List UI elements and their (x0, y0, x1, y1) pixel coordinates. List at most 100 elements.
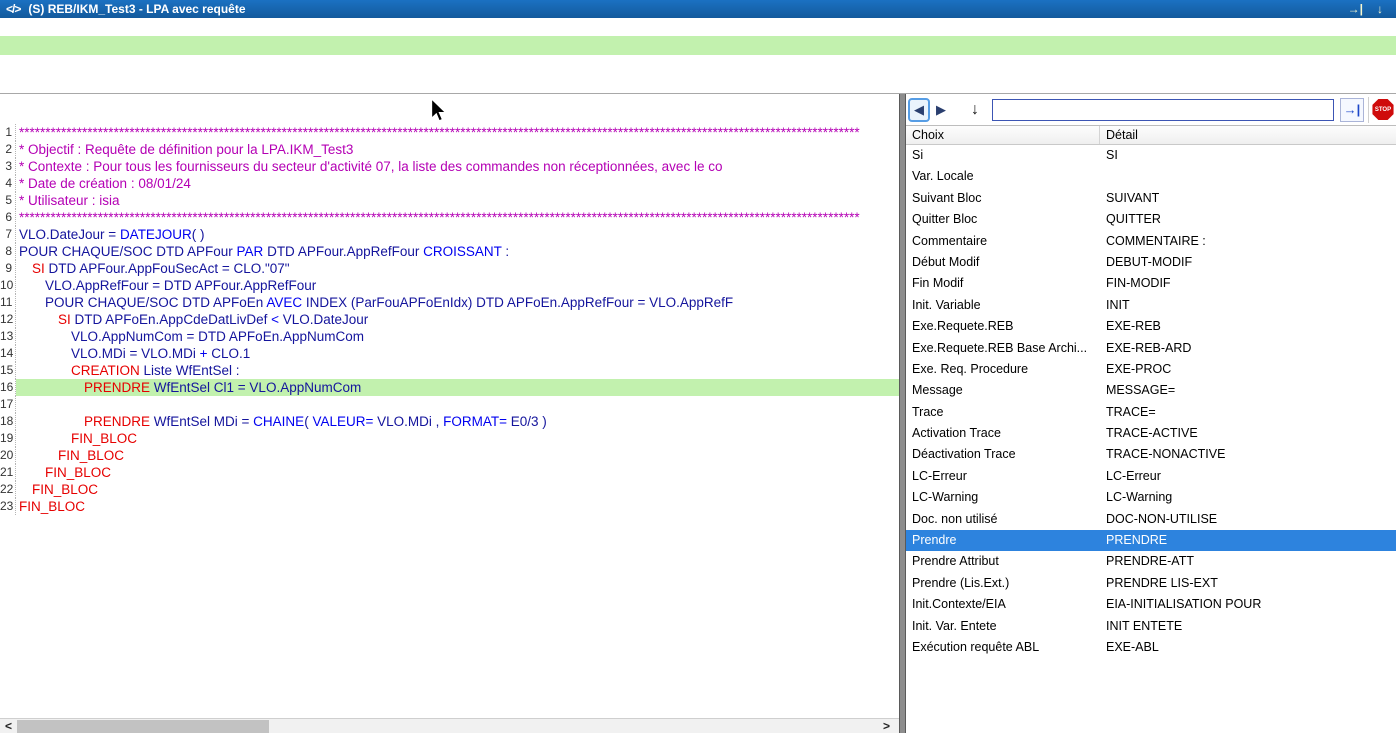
scroll-right-arrow[interactable]: > (878, 719, 895, 733)
code-token: POUR CHAQUE/SOC DTD APFour (19, 244, 237, 259)
choice-cell: Déactivation Trace (906, 444, 1100, 465)
column-header-detail[interactable]: Détail (1100, 126, 1396, 144)
search-input[interactable] (992, 99, 1334, 121)
code-line[interactable]: 9SI DTD APFour.AppFouSecAct = CLO."07" (0, 260, 899, 277)
code-token: * Date de création : 08/01/24 (19, 176, 191, 191)
code-token: * Contexte : Pour tous les fournisseurs … (19, 159, 722, 174)
code-line[interactable]: 1***************************************… (0, 124, 899, 141)
choice-row[interactable]: SiSI (906, 145, 1396, 166)
code-token: ****************************************… (19, 210, 860, 225)
line-number: 5 (0, 192, 16, 209)
code-line[interactable]: 7VLO.DateJour = DATEJOUR( ) (0, 226, 899, 243)
detail-cell: QUITTER (1100, 209, 1396, 230)
code-line[interactable]: 11POUR CHAQUE/SOC DTD APFoEn AVEC INDEX … (0, 294, 899, 311)
choice-row[interactable]: Suivant BlocSUIVANT (906, 188, 1396, 209)
choice-row[interactable]: PrendrePRENDRE (906, 530, 1396, 551)
line-number: 12 (0, 311, 16, 328)
code-line[interactable]: 2* Objectif : Requête de définition pour… (0, 141, 899, 158)
scroll-thumb[interactable] (17, 720, 269, 733)
choice-row[interactable]: Init.Contexte/EIAEIA-INITIALISATION POUR (906, 594, 1396, 615)
down-arrow-icon[interactable]: ↓ (1370, 2, 1390, 16)
code-line[interactable]: 21FIN_BLOC (0, 464, 899, 481)
choice-row[interactable]: Début ModifDEBUT-MODIF (906, 252, 1396, 273)
code-line[interactable]: 20FIN_BLOC (0, 447, 899, 464)
code-token: PRENDRE (84, 380, 150, 395)
code-line[interactable]: 23FIN_BLOC (0, 498, 899, 515)
choice-cell: Quitter Bloc (906, 209, 1100, 230)
choice-row[interactable]: Var. Locale (906, 166, 1396, 187)
stop-button[interactable]: STOP (1368, 97, 1394, 123)
choice-row[interactable]: Activation TraceTRACE-ACTIVE (906, 423, 1396, 444)
chevron-left-icon: ◀ (914, 102, 924, 118)
code-line[interactable]: 16PRENDRE WfEntSel Cl1 = VLO.AppNumCom (0, 379, 899, 396)
next-button[interactable]: ▶ (930, 98, 952, 122)
code-line[interactable]: 5* Utilisateur : isia (0, 192, 899, 209)
code-line[interactable]: 19FIN_BLOC (0, 430, 899, 447)
code-line[interactable]: 4* Date de création : 08/01/24 (0, 175, 899, 192)
choice-table-header: Choix Détail (906, 126, 1396, 145)
code-line[interactable]: 14VLO.MDi = VLO.MDi + CLO.1 (0, 345, 899, 362)
h-scrollbar[interactable]: < > (0, 718, 899, 733)
choice-row[interactable]: Fin ModifFIN-MODIF (906, 273, 1396, 294)
code-text: SI DTD APFoEn.AppCdeDatLivDef < VLO.Date… (16, 311, 899, 328)
current-statement-line[interactable]: PRENDRE WfEntSel Cl1 = VLO.AppNumCom (0, 18, 1396, 36)
choice-row[interactable]: Prendre (Lis.Ext.)PRENDRE LIS-EXT (906, 573, 1396, 594)
choice-row[interactable]: Quitter BlocQUITTER (906, 209, 1396, 230)
choice-row[interactable]: Exe.Requete.REB Base Archi...EXE-REB-ARD (906, 338, 1396, 359)
code-line[interactable]: 18PRENDRE WfEntSel MDi = CHAINE( VALEUR=… (0, 413, 899, 430)
line-number: 4 (0, 175, 16, 192)
pane-splitter[interactable] (899, 94, 906, 733)
choice-row[interactable]: Prendre AttributPRENDRE-ATT (906, 551, 1396, 572)
code-editor[interactable]: 1 ***************************************… (0, 94, 899, 718)
choice-row[interactable]: Exe.Requete.REBEXE-REB (906, 316, 1396, 337)
prev-button[interactable]: ◀ (908, 98, 930, 122)
code-text: PRENDRE WfEntSel Cl1 = VLO.AppNumCom (16, 379, 899, 396)
scroll-left-arrow[interactable]: < (0, 719, 17, 733)
code-line[interactable]: 10VLO.AppRefFour = DTD APFour.AppRefFour (0, 277, 899, 294)
code-line[interactable]: 17 (0, 396, 899, 413)
choice-row[interactable]: TraceTRACE= (906, 402, 1396, 423)
code-line[interactable]: 3* Contexte : Pour tous les fournisseurs… (0, 158, 899, 175)
execute-button[interactable]: →| (1340, 98, 1364, 122)
app-titlebar: </> (S) REB/IKM_Test3 - LPA avec requête… (0, 0, 1396, 18)
choice-row[interactable]: Exe. Req. ProcedureEXE-PROC (906, 359, 1396, 380)
choice-row[interactable]: Exécution requête ABLEXE-ABL (906, 637, 1396, 658)
choice-table-body: SiSIVar. LocaleSuivant BlocSUIVANTQuitte… (906, 145, 1396, 733)
choice-row[interactable]: CommentaireCOMMENTAIRE : (906, 231, 1396, 252)
insert-down-button[interactable]: ↓ (964, 98, 986, 122)
choice-panel: ◀ ▶ ↓ →| STOP Choix Détail SiSIVar. Loca… (906, 94, 1396, 733)
detail-cell: DOC-NON-UTILISE (1100, 509, 1396, 530)
choice-row[interactable]: LC-ErreurLC-Erreur (906, 466, 1396, 487)
choice-row[interactable]: MessageMESSAGE= (906, 380, 1396, 401)
detail-cell: TRACE-NONACTIVE (1100, 444, 1396, 465)
choice-row[interactable]: Déactivation TraceTRACE-NONACTIVE (906, 444, 1396, 465)
choice-row[interactable]: Init. VariableINIT (906, 295, 1396, 316)
code-line[interactable]: 13VLO.AppNumCom = DTD APFoEn.AppNumCom (0, 328, 899, 345)
code-text: SI DTD APFour.AppFouSecAct = CLO."07" (16, 260, 899, 277)
choice-row[interactable]: LC-WarningLC-Warning (906, 487, 1396, 508)
code-token: DTD APFour.AppFouSecAct = CLO."07" (45, 261, 290, 276)
code-token: PRENDRE (84, 414, 150, 429)
line-number: 14 (0, 345, 16, 362)
choice-cell: Prendre Attribut (906, 551, 1100, 572)
detail-cell: MESSAGE= (1100, 380, 1396, 401)
code-token: VLO.DateJour = (19, 227, 120, 242)
jump-to-end-icon[interactable]: →| (1341, 2, 1370, 16)
code-line[interactable]: 6***************************************… (0, 209, 899, 226)
code-token: FIN_BLOC (19, 499, 85, 514)
code-line[interactable]: 22FIN_BLOC (0, 481, 899, 498)
code-line[interactable]: 12SI DTD APFoEn.AppCdeDatLivDef < VLO.Da… (0, 311, 899, 328)
code-line[interactable]: 8POUR CHAQUE/SOC DTD APFour PAR DTD APFo… (0, 243, 899, 260)
code-lines: 1 ***************************************… (0, 124, 899, 515)
column-header-choix[interactable]: Choix (906, 126, 1100, 144)
choice-row[interactable]: Doc. non utiliséDOC-NON-UTILISE (906, 509, 1396, 530)
line-number: 1 (0, 124, 16, 141)
code-token: FIN_BLOC (32, 482, 98, 497)
line-number: 21 (0, 464, 16, 481)
code-text: FIN_BLOC (16, 498, 899, 515)
choice-cell: Exécution requête ABL (906, 637, 1100, 658)
code-line[interactable]: 15CREATION Liste WfEntSel : (0, 362, 899, 379)
code-token: FIN_BLOC (71, 431, 137, 446)
code-text: VLO.AppRefFour = DTD APFour.AppRefFour (16, 277, 899, 294)
choice-row[interactable]: Init. Var. EnteteINIT ENTETE (906, 616, 1396, 637)
